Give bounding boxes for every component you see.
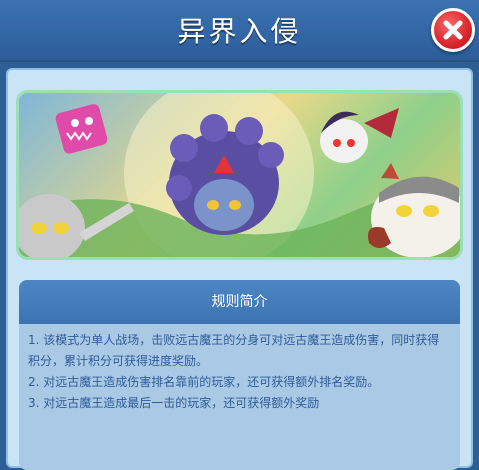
rules-list: 1. 该模式为单人战场，击败远古魔王的分身可对远古魔王造成伤害，同时获得积分，累… (19, 324, 460, 414)
rules-box: 规则简介 1. 该模式为单人战场，击败远古魔王的分身可对远古魔王造成伤害，同时获… (19, 280, 460, 470)
page-title: 异界入侵 (177, 15, 302, 48)
title-bar: 异界入侵 (0, 0, 479, 62)
close-icon (443, 20, 463, 40)
rules-heading: 规则简介 (19, 280, 460, 324)
white-bird-character (368, 163, 460, 257)
rule-item-1: 1. 该模式为单人战场，击败远古魔王的分身可对远古魔王造成伤害，同时获得积分，累… (28, 333, 440, 368)
demon-king-banner-image (19, 93, 460, 257)
event-banner (16, 90, 463, 260)
pink-cube-monster (55, 104, 108, 154)
rule-item-2: 2. 对远古魔王造成伤害排名靠前的玩家，还可获得额外排名奖励。 (28, 375, 380, 389)
close-button[interactable] (431, 8, 475, 52)
rule-item-3: 3. 对远古魔王造成最后一击的玩家，还可获得额外奖励 (28, 396, 320, 410)
flying-demon-character (320, 108, 399, 163)
